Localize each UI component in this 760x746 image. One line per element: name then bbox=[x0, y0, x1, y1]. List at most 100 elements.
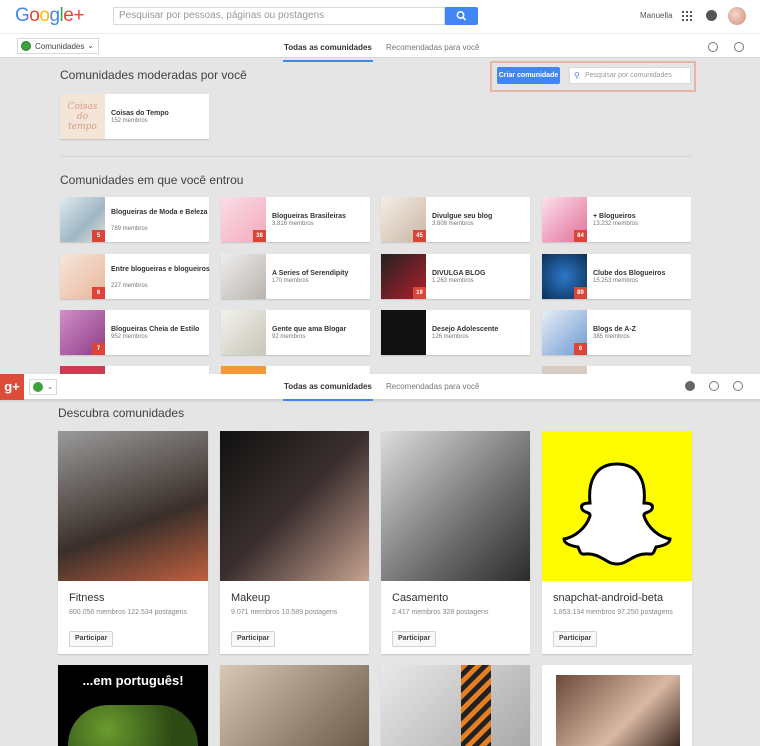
discover-card[interactable]: Fitness 800.056 membros 122.534 postagen… bbox=[58, 431, 208, 654]
community-card[interactable]: 6 Entre blogueiras e blogueiros 227 memb… bbox=[60, 254, 210, 299]
notifications-icon[interactable] bbox=[706, 10, 717, 21]
community-thumbnail bbox=[381, 310, 426, 355]
community-card[interactable]: 7 Blogueiras Cheia de Estilo 952 membros bbox=[60, 310, 209, 355]
community-members: 15.253 membros bbox=[593, 278, 639, 284]
community-members: 789 membros bbox=[111, 226, 148, 232]
community-name: Blogueiras Cheia de Estilo bbox=[111, 326, 200, 333]
search-input[interactable]: Pesquisar por pessoas, páginas ou postag… bbox=[113, 7, 445, 25]
community-name: DIVULGA BLOG bbox=[432, 270, 486, 277]
community-thumbnail bbox=[542, 366, 587, 374]
community-name: + Blogueiros bbox=[593, 213, 636, 220]
community-image bbox=[461, 665, 491, 746]
new-posts-badge: 38 bbox=[253, 230, 266, 242]
new-posts-badge: 84 bbox=[574, 230, 587, 242]
community-image bbox=[68, 705, 198, 746]
community-members: 152 membros bbox=[111, 118, 148, 124]
community-card[interactable]: Gente que ama Blogar 92 membros bbox=[221, 310, 370, 355]
new-posts-badge: 6 bbox=[574, 343, 587, 355]
people-icon[interactable] bbox=[708, 42, 718, 52]
community-card[interactable]: Desejo Adolescente 126 membros bbox=[381, 310, 530, 355]
new-posts-badge: 5 bbox=[92, 230, 105, 242]
community-stats: 2.417 membros 328 postagens bbox=[392, 609, 489, 616]
community-name: Coisas do Tempo bbox=[111, 110, 169, 117]
discover-card[interactable] bbox=[542, 665, 692, 746]
community-card[interactable] bbox=[60, 366, 209, 374]
community-members: 1.263 membros bbox=[432, 278, 474, 284]
community-name: Entre blogueiras e blogueiros bbox=[111, 266, 210, 273]
community-members: 126 membros bbox=[432, 334, 469, 340]
community-members: 92 membros bbox=[272, 334, 306, 340]
snapchat-ghost-icon bbox=[562, 462, 672, 566]
discover-card[interactable] bbox=[220, 665, 369, 746]
community-name: A Series of Serendipity bbox=[272, 270, 349, 277]
join-button[interactable]: Participar bbox=[69, 631, 114, 647]
apps-grid-icon[interactable] bbox=[682, 11, 692, 21]
community-thumbnail: Coisas do tempo bbox=[60, 94, 105, 139]
discover-card[interactable]: Casamento 2.417 membros 328 postagens Pa… bbox=[381, 431, 530, 654]
community-members: 170 membros bbox=[272, 278, 309, 284]
community-stats: 1.853.134 membros 97.250 postagens bbox=[553, 609, 673, 616]
join-button[interactable]: Participar bbox=[231, 631, 276, 647]
user-name[interactable]: Manuella bbox=[640, 11, 672, 20]
tab-all-communities[interactable]: Todas as comunidades bbox=[283, 382, 373, 401]
discover-card[interactable]: snapchat-android-beta 1.853.134 membros … bbox=[542, 431, 692, 654]
communities-icon bbox=[33, 382, 43, 392]
avatar[interactable] bbox=[728, 7, 746, 25]
create-community-button[interactable]: Criar comunidade bbox=[497, 67, 560, 84]
google-plus-logo[interactable]: Google+ bbox=[15, 5, 84, 27]
top-bar: Google+ Pesquisar por pessoas, páginas o… bbox=[0, 0, 760, 33]
community-name: snapchat-android-beta bbox=[553, 592, 664, 604]
community-thumbnail bbox=[221, 366, 266, 374]
community-card[interactable]: 84 + Blogueiros 13.232 membros bbox=[542, 197, 691, 242]
new-posts-badge: 7 bbox=[92, 343, 105, 355]
community-name: Divulgue seu blog bbox=[432, 213, 493, 220]
join-button[interactable]: Participar bbox=[392, 631, 437, 647]
community-card[interactable]: 45 Divulgue seu blog 3.608 membros bbox=[381, 197, 530, 242]
notifications-icon[interactable] bbox=[685, 381, 695, 391]
community-card[interactable]: Coisas do tempo Coisas do Tempo 152 membro… bbox=[60, 94, 209, 139]
hangouts-icon[interactable] bbox=[734, 42, 744, 52]
community-members: 952 membros bbox=[111, 334, 148, 340]
tab-recommended[interactable]: Recomendadas para você bbox=[386, 43, 479, 52]
discover-card[interactable]: ...em português! bbox=[58, 665, 208, 746]
people-icon[interactable] bbox=[709, 381, 719, 391]
community-name: Blogs de A-Z bbox=[593, 326, 636, 333]
community-image bbox=[381, 431, 530, 581]
new-posts-badge: 19 bbox=[413, 287, 426, 299]
community-card[interactable] bbox=[542, 366, 691, 374]
community-name: Clube dos Blogueiros bbox=[593, 270, 666, 277]
section-divider bbox=[60, 156, 692, 157]
community-card[interactable]: A Series of Serendipity 170 membros bbox=[221, 254, 370, 299]
community-name: Casamento bbox=[392, 592, 449, 604]
tab-recommended[interactable]: Recomendadas para você bbox=[386, 382, 479, 391]
community-thumbnail bbox=[221, 310, 266, 355]
new-posts-badge: 6 bbox=[92, 287, 105, 299]
community-card[interactable]: 19 DIVULGA BLOG 1.263 membros bbox=[381, 254, 530, 299]
community-card[interactable]: 6 Blogs de A-Z 385 membros bbox=[542, 310, 691, 355]
community-name: Makeup bbox=[231, 592, 271, 604]
discover-card[interactable]: Makeup 9.071 membros 10.589 postagens Pa… bbox=[220, 431, 369, 654]
communities-selector[interactable]: ⌄ bbox=[29, 379, 57, 395]
community-image bbox=[556, 675, 680, 746]
community-search-input[interactable]: ⚲ Pesquisar por comunidades bbox=[569, 67, 691, 84]
discover-card[interactable] bbox=[381, 665, 530, 746]
google-plus-icon[interactable]: g+ bbox=[0, 374, 24, 400]
new-posts-badge: 45 bbox=[413, 230, 426, 242]
communities-selector[interactable]: Comunidades ⌄ bbox=[17, 38, 99, 54]
community-card[interactable]: 38 Blogueiras Brasileiras 3.816 membros bbox=[221, 197, 370, 242]
community-image-caption: ...em português! bbox=[82, 673, 184, 688]
discover-section-title: Descubra comunidades bbox=[58, 406, 185, 420]
tab-all-communities[interactable]: Todas as comunidades bbox=[283, 43, 373, 62]
search-icon bbox=[456, 11, 467, 21]
community-search-placeholder: Pesquisar por comunidades bbox=[585, 72, 672, 79]
community-name: Gente que ama Blogar bbox=[272, 326, 347, 333]
hangouts-icon[interactable] bbox=[733, 381, 743, 391]
community-card[interactable]: 89 Clube dos Blogueiros 15.253 membros bbox=[542, 254, 691, 299]
search-button[interactable] bbox=[445, 7, 478, 25]
join-button[interactable]: Participar bbox=[553, 631, 598, 647]
chevron-down-icon: ⌄ bbox=[47, 384, 53, 391]
community-card[interactable] bbox=[221, 366, 370, 374]
new-posts-badge: 89 bbox=[574, 287, 587, 299]
community-card[interactable]: 5 Blogueiras de Moda e Beleza 789 membro… bbox=[60, 197, 209, 242]
communities-selector-label: Comunidades bbox=[35, 42, 85, 51]
